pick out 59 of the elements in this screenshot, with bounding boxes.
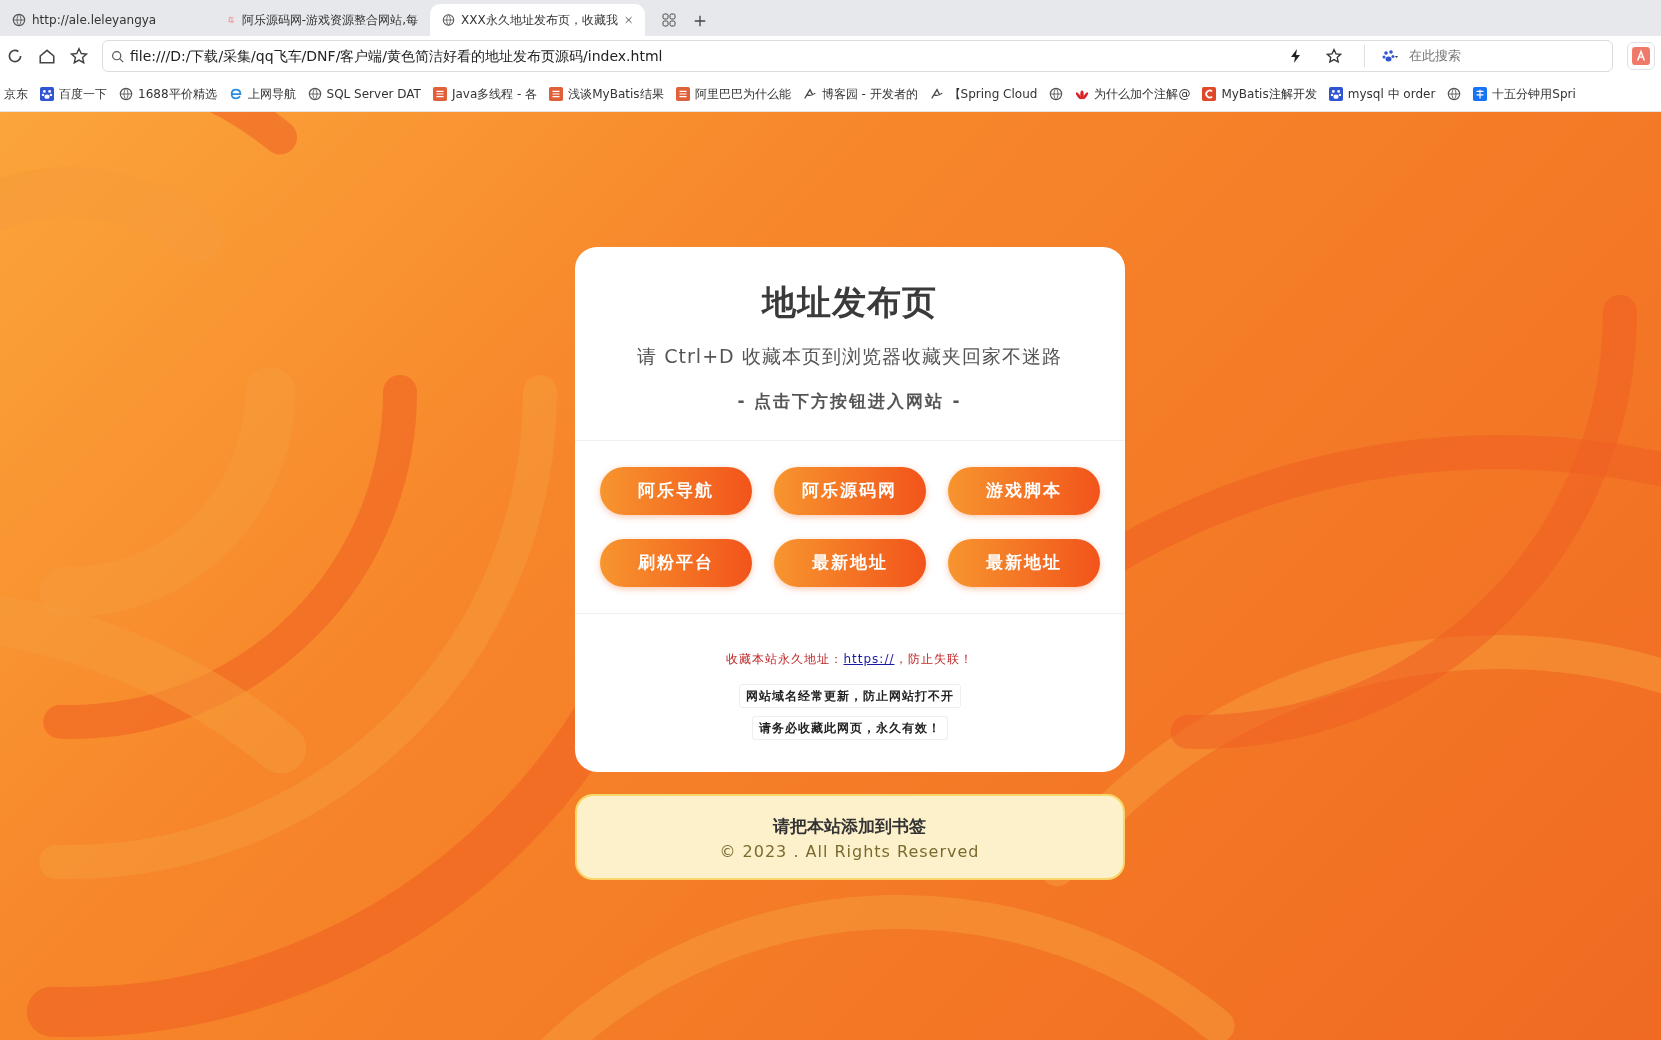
grid-icon: [661, 12, 677, 28]
bookmark-item[interactable]: 浅谈MyBatis结果: [549, 84, 664, 103]
subtitle-text: 请 Ctrl+D 收藏本页到浏览器收藏夹回家不迷路: [636, 344, 1063, 369]
star-icon: [70, 47, 88, 65]
star-icon: [1326, 48, 1342, 64]
new-tab-button[interactable]: [693, 14, 707, 28]
bookmark-item[interactable]: 阿里巴巴为什么能: [675, 84, 791, 103]
instruction-text: - 点击下方按钮进入网站 -: [736, 389, 963, 413]
globe-icon: [12, 13, 26, 27]
bookmark-item[interactable]: SQL Server DAT: [307, 84, 421, 103]
square-icon: [675, 86, 690, 101]
plus-icon: [693, 14, 707, 28]
tip-label: 请务必收藏此网页，永久有效！: [751, 716, 948, 740]
square-icon: [1473, 86, 1488, 101]
close-icon: [623, 15, 633, 25]
bookmark-item[interactable]: 上网导航: [228, 84, 296, 103]
square-icon: [432, 86, 447, 101]
browser-tab[interactable]: XXX永久地址发布页，收藏我: [430, 4, 645, 36]
bookmark-item[interactable]: 为什么加个注解@: [1075, 84, 1191, 103]
home-button[interactable]: [38, 47, 56, 65]
c-letter-icon: [1202, 86, 1217, 101]
search-field[interactable]: 在此搜索: [1407, 45, 1587, 67]
bookmark-item[interactable]: mysql 中 order: [1328, 84, 1436, 103]
bird-icon: [802, 86, 817, 101]
reload-icon: [6, 47, 24, 65]
bookmark-item[interactable]: 博客园 - 开发者的: [802, 84, 918, 103]
paw-icon: [1381, 48, 1399, 64]
globe-icon[interactable]: [1447, 86, 1462, 101]
favorite-button[interactable]: [70, 47, 88, 65]
tab-grid-button[interactable]: [661, 12, 677, 28]
paw-icon: [1328, 86, 1343, 101]
reload-button[interactable]: [6, 47, 24, 65]
footer-title: 请把本站添加到书签: [771, 815, 927, 838]
search-icon: [111, 49, 124, 63]
square-icon: [549, 86, 564, 101]
bookmark-item[interactable]: Java多线程 - 各: [432, 84, 538, 103]
page-title: 地址发布页: [760, 281, 938, 324]
bookmark-item[interactable]: 1688平价精选: [119, 84, 217, 103]
paw-icon: [40, 86, 54, 101]
browser-tab[interactable]: http://ale.leleyangya: [0, 4, 215, 36]
bookmark-item[interactable]: 十五分钟用Spri: [1473, 84, 1576, 103]
bookmark-item[interactable]: 百度一下: [40, 84, 107, 103]
bookmark-item[interactable]: 【Spring Cloud: [929, 84, 1038, 103]
globe-icon[interactable]: [1049, 86, 1064, 101]
address-field[interactable]: file:///D:/下载/采集/qq飞车/DNF/客户端/黄色简洁好看的地址发布页源码/index.html 在此搜索: [102, 40, 1613, 72]
browser-tab[interactable]: 阿乐源码网-游戏资源整合网站,每: [215, 4, 430, 36]
copyright-text: © 2023 . All Rights Reserved: [718, 840, 981, 863]
home-icon: [38, 47, 56, 65]
extension-button[interactable]: [1627, 42, 1655, 70]
notice-text: 收藏本站永久地址：https://，防止失联！: [725, 651, 974, 668]
bookmark-item[interactable]: MyBatis注解开发: [1202, 84, 1317, 103]
globe-icon: [307, 86, 322, 101]
globe-icon: [119, 86, 133, 101]
bird-icon: [929, 86, 944, 101]
tip-label: 网站域名经常更新，防止网站打不开: [738, 684, 961, 708]
permanent-link[interactable]: https://: [843, 652, 895, 666]
globe-icon: [442, 13, 456, 27]
bookmark-item[interactable]: 京东: [4, 84, 28, 103]
e-letter-icon: [228, 86, 243, 101]
